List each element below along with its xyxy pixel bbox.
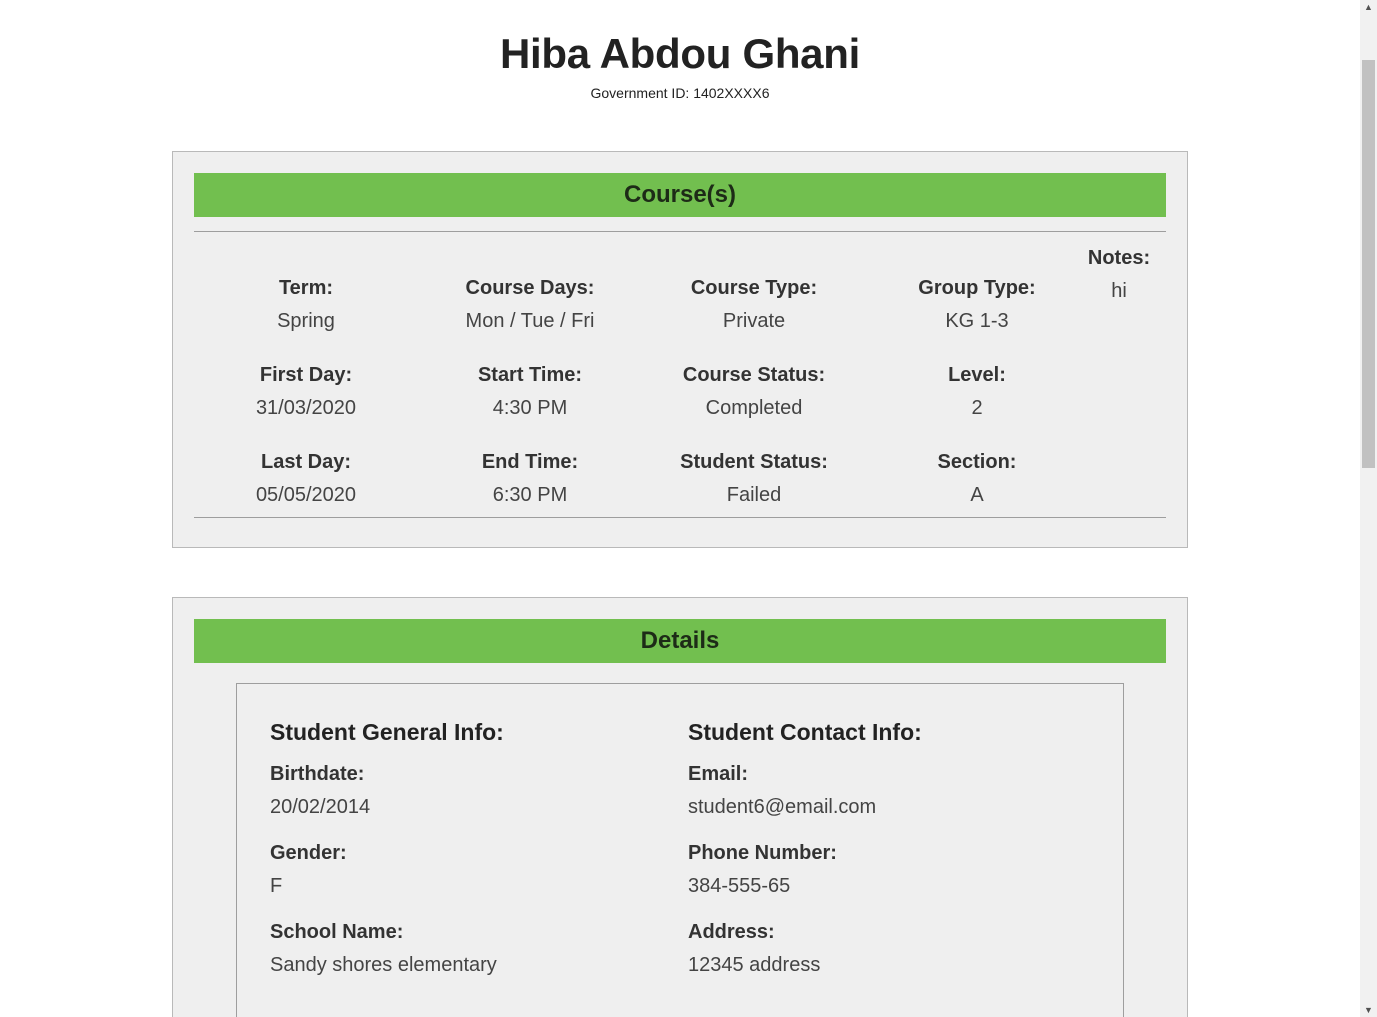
first-day-label: First Day: (259, 364, 353, 386)
contact-info-title: Student Contact Info: (688, 719, 922, 745)
phone-value: 384-555-65 (688, 875, 791, 897)
course-type-label: Course Type: (690, 277, 818, 299)
email-field: Email: student6@email.com (688, 761, 1068, 820)
section-label: Section: (937, 451, 1017, 473)
student-status-cell: Student Status: Failed (642, 449, 866, 508)
school-name-value: Sandy shores elementary (270, 954, 497, 976)
address-field: Address: 12345 address (688, 919, 1068, 978)
level-value: 2 (971, 397, 983, 419)
gender-field: Gender: F (270, 840, 650, 899)
start-time-cell: Start Time: 4:30 PM (418, 362, 642, 421)
details-header: Details (194, 619, 1166, 663)
address-value: 12345 address (688, 954, 821, 976)
courses-panel: Course(s) Term: Spring Course Days: Mon … (172, 151, 1188, 548)
general-info-column: Student General Info: Birthdate: 20/02/2… (270, 717, 650, 998)
section-value: A (970, 484, 984, 506)
birthdate-label: Birthdate: (270, 763, 365, 785)
student-status-label: Student Status: (680, 451, 828, 473)
courses-divider-top (194, 231, 1166, 232)
course-days-label: Course Days: (465, 277, 595, 299)
first-day-value: 31/03/2020 (255, 397, 357, 419)
last-day-label: Last Day: (260, 451, 352, 473)
school-name-label: School Name: (270, 921, 404, 943)
section-cell: Section: A (865, 449, 1089, 508)
scroll-up-arrow-icon[interactable]: ▲ (1360, 0, 1377, 14)
group-type-value: KG 1-3 (945, 310, 1009, 332)
email-value: student6@email.com (688, 796, 877, 818)
courses-divider-bottom (194, 517, 1166, 518)
course-type-value: Private (722, 310, 786, 332)
course-status-label: Course Status: (682, 364, 826, 386)
term-label: Term: (278, 277, 334, 299)
term-cell: Term: Spring (194, 275, 418, 334)
scroll-down-arrow-icon[interactable]: ▼ (1360, 1003, 1377, 1017)
notes-value: hi (1111, 280, 1127, 302)
first-day-cell: First Day: 31/03/2020 (194, 362, 418, 421)
email-label: Email: (688, 763, 749, 785)
details-info-box: Student General Info: Birthdate: 20/02/2… (236, 683, 1124, 1017)
vertical-scrollbar[interactable]: ▲ ▼ (1360, 0, 1377, 1017)
notes-cell: Notes: hi (1053, 245, 1185, 304)
student-name: Hiba Abdou Ghani (500, 30, 860, 77)
student-profile-page: Hiba Abdou Ghani Government ID: 1402XXXX… (0, 0, 1360, 1017)
start-time-value: 4:30 PM (492, 397, 568, 419)
course-status-cell: Course Status: Completed (642, 362, 866, 421)
phone-field: Phone Number: 384-555-65 (688, 840, 1068, 899)
level-label: Level: (948, 364, 1006, 386)
contact-info-column: Student Contact Info: Email: student6@em… (688, 717, 1068, 998)
courses-header: Course(s) (194, 173, 1166, 217)
birthdate-field: Birthdate: 20/02/2014 (270, 761, 650, 820)
phone-label: Phone Number: (688, 842, 837, 864)
gender-label: Gender: (270, 842, 347, 864)
scrollbar-thumb[interactable] (1362, 60, 1375, 468)
birthdate-value: 20/02/2014 (270, 796, 371, 818)
course-days-cell: Course Days: Mon / Tue / Fri (418, 275, 642, 334)
start-time-label: Start Time: (477, 364, 583, 386)
gender-value: F (270, 875, 283, 897)
notes-label: Notes: (1087, 247, 1151, 269)
address-label: Address: (688, 921, 775, 943)
course-status-value: Completed (705, 397, 803, 419)
end-time-label: End Time: (481, 451, 579, 473)
student-status-value: Failed (726, 484, 782, 506)
last-day-cell: Last Day: 05/05/2020 (194, 449, 418, 508)
government-id: Government ID: 1402XXXX6 (590, 85, 770, 101)
details-panel: Details Student General Info: Birthdate:… (172, 597, 1188, 1017)
end-time-cell: End Time: 6:30 PM (418, 449, 642, 508)
course-type-cell: Course Type: Private (642, 275, 866, 334)
last-day-value: 05/05/2020 (255, 484, 357, 506)
general-info-title: Student General Info: (270, 719, 504, 745)
term-value: Spring (277, 310, 335, 332)
end-time-value: 6:30 PM (492, 484, 568, 506)
level-cell: Level: 2 (865, 362, 1089, 421)
course-days-value: Mon / Tue / Fri (465, 310, 595, 332)
school-name-field: School Name: Sandy shores elementary (270, 919, 650, 978)
